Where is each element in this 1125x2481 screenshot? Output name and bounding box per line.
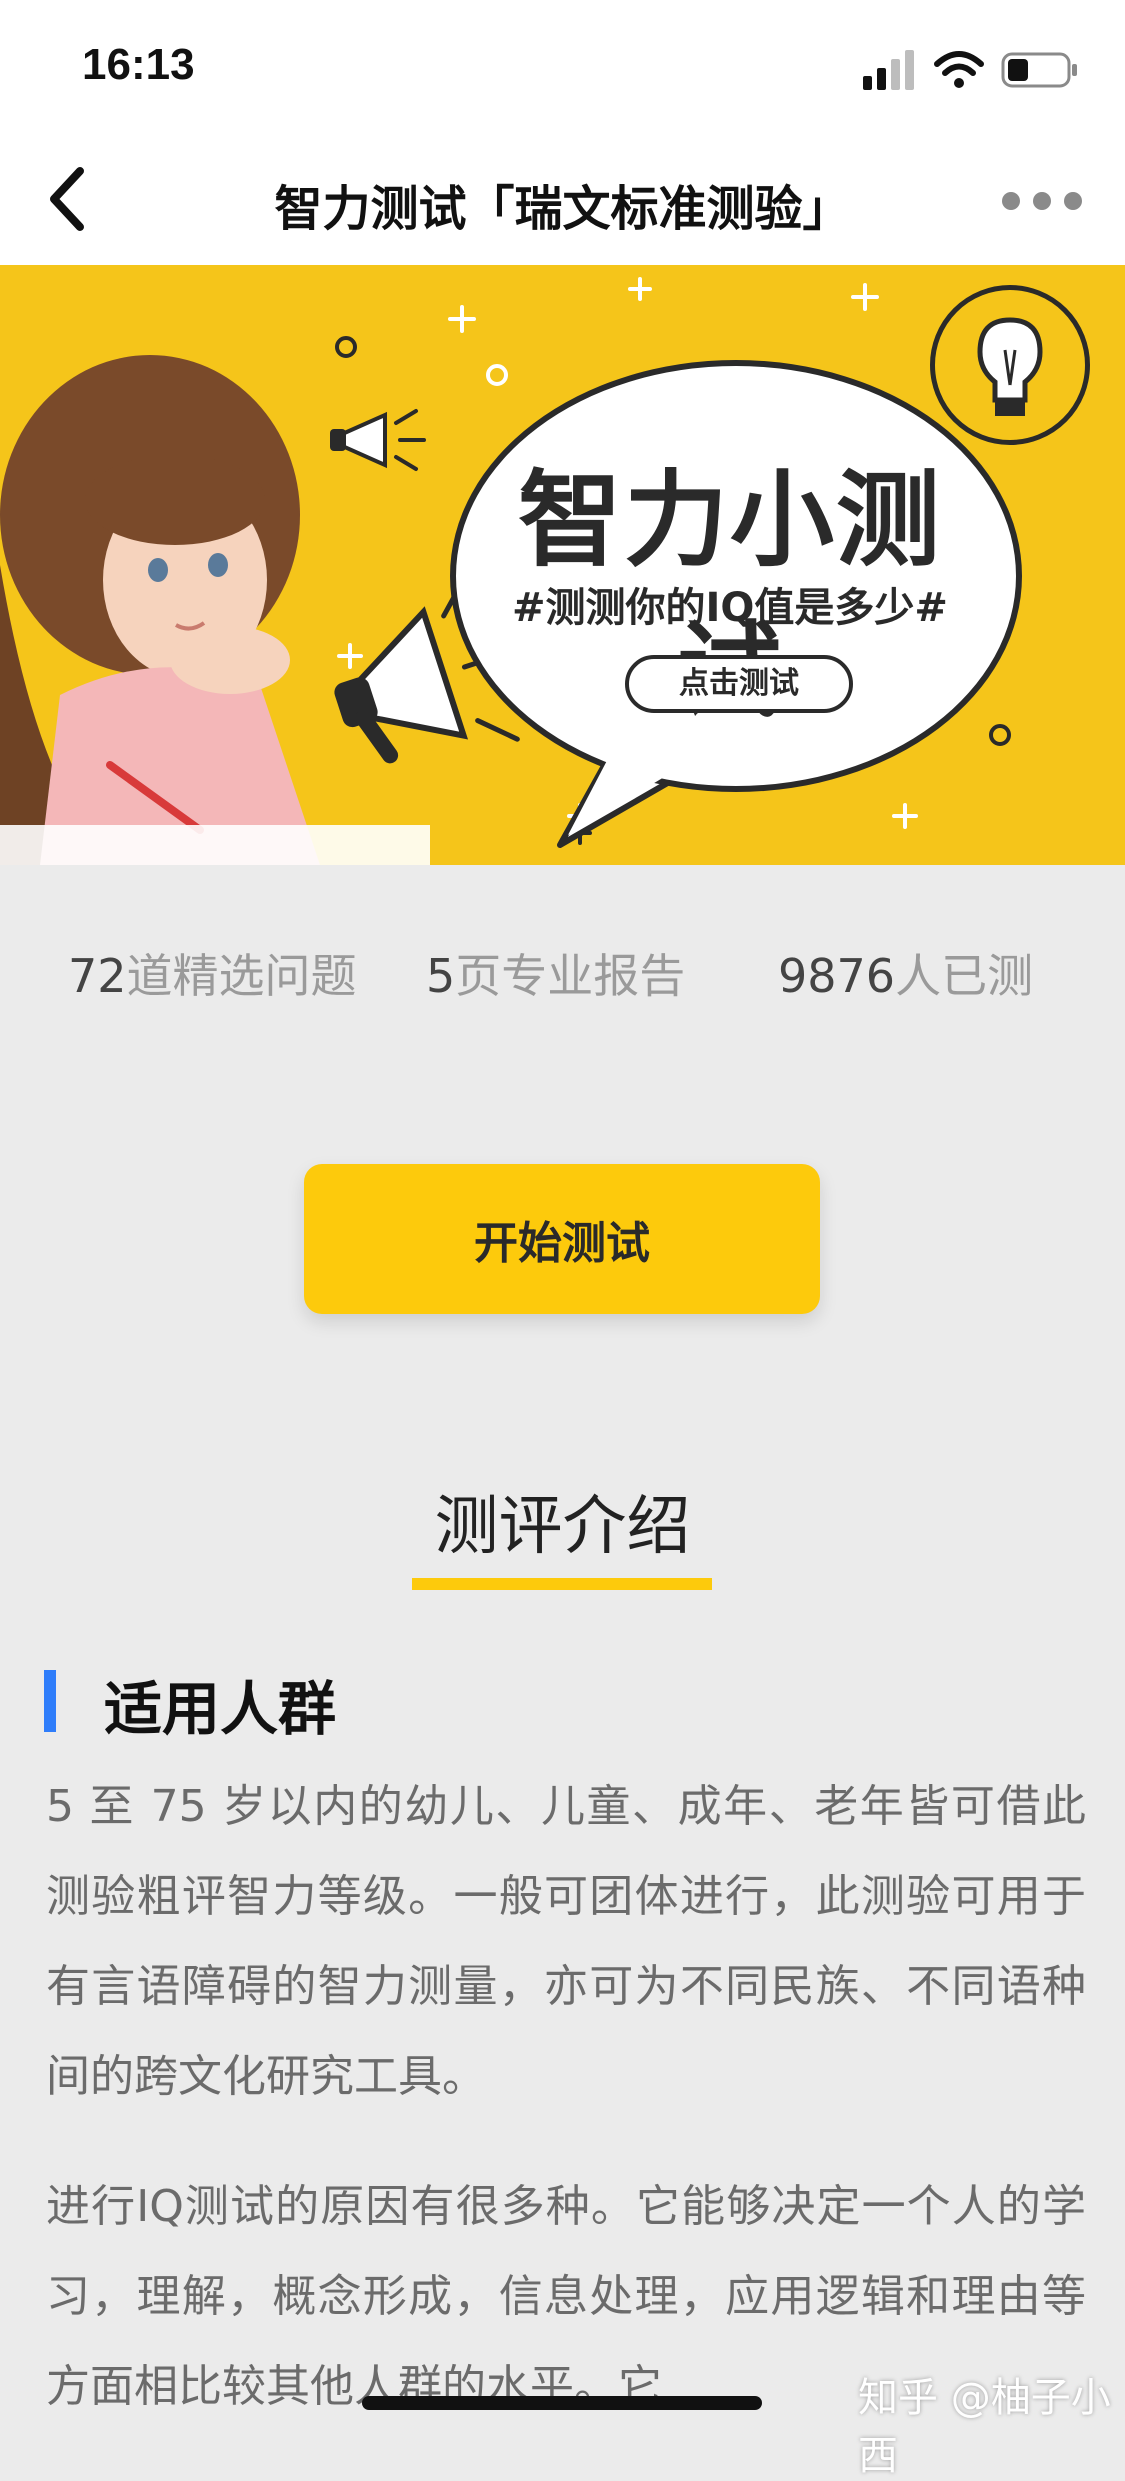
lightbulb-icon xyxy=(930,285,1090,445)
start-test-button[interactable]: 开始测试 xyxy=(304,1164,820,1314)
status-time: 16:13 xyxy=(82,40,195,89)
battery-icon xyxy=(1001,52,1077,88)
back-chevron-icon[interactable] xyxy=(40,163,104,235)
banner[interactable]: 智力小测试 #测测你的IQ值是多少# 点击测试 xyxy=(0,265,1125,865)
home-indicator[interactable] xyxy=(362,2396,762,2410)
stat-tested-count: 9876人已测 xyxy=(778,940,1033,1006)
wifi-icon xyxy=(934,51,984,88)
stat-number: 5 xyxy=(426,949,456,1003)
watermark: 知乎 @柚子小西 xyxy=(858,2375,1111,2479)
banner-subtitle: #测测你的IQ值是多少# xyxy=(512,585,948,631)
stat-label: 人已测 xyxy=(895,949,1034,1003)
subsection-accent-bar xyxy=(44,1670,56,1732)
intro-paragraph: 5 至 75 岁以内的幼儿、儿童、成年、老年皆可借此测验粗评智力等级。一般可团体… xyxy=(46,1781,1086,2102)
subsection-title: 适用人群 xyxy=(104,1675,337,1743)
signal-icon xyxy=(863,50,914,90)
stat-label: 道精选问题 xyxy=(126,949,357,1003)
more-dots-icon[interactable] xyxy=(997,181,1087,221)
status-icons xyxy=(863,50,1077,90)
stats-row: 72道精选问题 5页专业报告 9876人已测 xyxy=(0,940,1125,1010)
stat-label: 页专业报告 xyxy=(455,949,686,1003)
stat-number: 72 xyxy=(68,949,127,1003)
section-underline xyxy=(412,1578,712,1590)
stat-report-pages: 5页专业报告 xyxy=(426,940,685,1006)
section-title: 测评介绍 xyxy=(434,1490,691,1564)
banner-cta-button[interactable]: 点击测试 xyxy=(625,655,853,713)
stat-questions: 72道精选问题 xyxy=(68,940,357,1006)
status-bar: 16:13 xyxy=(0,0,1125,135)
page-title: 智力测试「瑞文标准测验」 xyxy=(274,181,851,237)
stat-number: 9876 xyxy=(778,949,896,1003)
nav-bar: 智力测试「瑞文标准测验」 xyxy=(0,135,1125,265)
